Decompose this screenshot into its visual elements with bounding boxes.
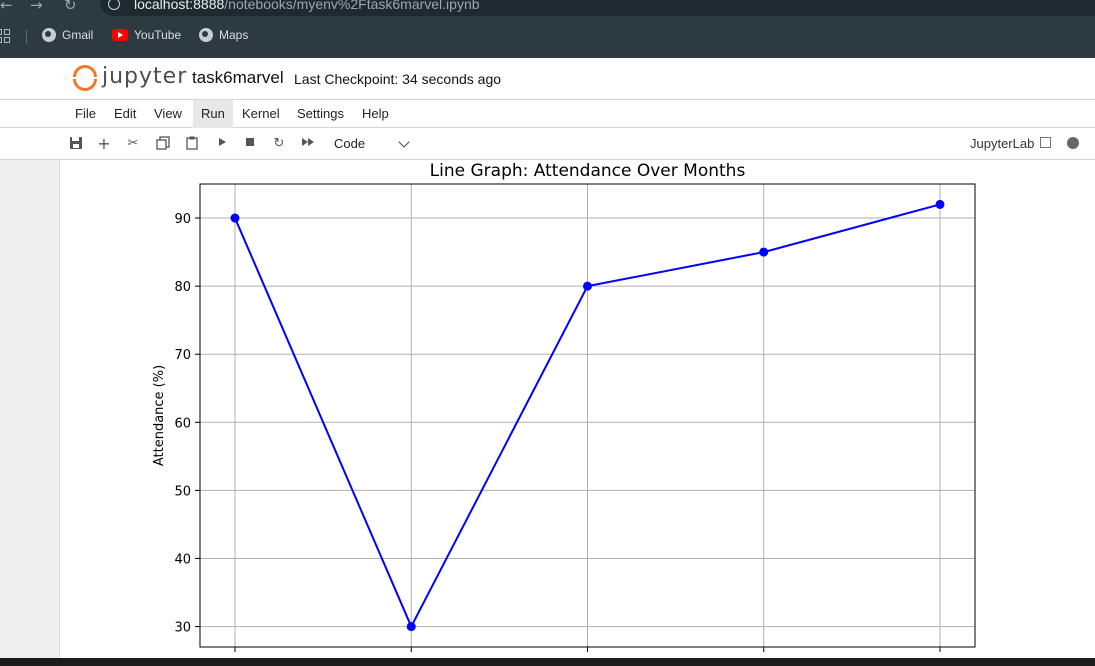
save-icon[interactable] xyxy=(68,136,84,152)
cell-output: Line Graph: Attendance Over Months Atten… xyxy=(61,160,1095,658)
add-cell-icon[interactable]: + xyxy=(96,136,112,152)
y-tick-label: 80 xyxy=(174,280,191,295)
bookmark-label: Gmail xyxy=(62,28,94,42)
menu-file[interactable]: File xyxy=(67,100,104,128)
address-bar[interactable]: localhost:8888/notebooks/myenv%2Ftask6ma… xyxy=(100,0,1095,16)
chevron-down-icon[interactable] xyxy=(398,136,410,148)
jupyter-wordmark[interactable]: jupyter xyxy=(102,64,187,89)
run-all-icon[interactable] xyxy=(300,136,316,152)
menu-settings[interactable]: Settings xyxy=(289,100,352,128)
globe-icon xyxy=(42,28,56,42)
browser-chrome: ← → ↻ localhost:8888/notebooks/myenv%2Ft… xyxy=(0,0,1095,58)
menu-edit[interactable]: Edit xyxy=(106,100,144,128)
apps-grid-icon[interactable] xyxy=(0,29,10,43)
menu-help[interactable]: Help xyxy=(354,100,397,128)
notebook-toolbar: + ✂ ↻ Code JupyterLab xyxy=(0,128,1095,160)
bookmark-label: YouTube xyxy=(134,28,182,42)
bookmark-maps[interactable]: Maps xyxy=(199,28,248,42)
forward-icon[interactable]: → xyxy=(30,0,43,14)
grid-lines xyxy=(200,184,975,647)
restart-icon[interactable]: ↻ xyxy=(271,136,287,152)
paste-icon[interactable] xyxy=(184,136,200,152)
chart-title: Line Graph: Attendance Over Months xyxy=(430,161,746,181)
menu-kernel[interactable]: Kernel xyxy=(234,100,288,128)
bookmarks-divider xyxy=(26,30,27,44)
cell-gutter xyxy=(0,160,60,658)
site-info-icon[interactable] xyxy=(108,0,120,10)
menu-view[interactable]: View xyxy=(146,100,190,128)
bookmark-gmail[interactable]: Gmail xyxy=(42,28,93,42)
jupyter-header: jupyter task6marvel Last Checkpoint: 34 … xyxy=(0,58,1095,100)
y-tick-label: 90 xyxy=(174,212,191,227)
globe-icon xyxy=(199,28,213,42)
y-tick-label: 50 xyxy=(174,484,191,499)
data-point xyxy=(406,622,416,632)
bookmark-label: Maps xyxy=(219,28,249,42)
menu-bar: File Edit View Run Kernel Settings Help xyxy=(0,100,1095,128)
y-axis-label: Attendance (%) xyxy=(152,365,167,466)
jupyter-logo-icon[interactable] xyxy=(73,65,97,91)
address-text[interactable]: localhost:8888/notebooks/myenv%2Ftask6ma… xyxy=(134,0,480,12)
copy-icon[interactable] xyxy=(155,136,171,152)
data-point xyxy=(583,281,592,291)
data-point xyxy=(935,199,945,209)
checkpoint-status: Last Checkpoint: 34 seconds ago xyxy=(294,71,502,87)
reload-icon[interactable]: ↻ xyxy=(64,0,77,14)
bookmark-youtube[interactable]: YouTube xyxy=(112,28,181,42)
y-tick-label: 60 xyxy=(174,416,191,431)
stop-icon[interactable] xyxy=(242,136,258,152)
os-taskbar xyxy=(0,658,1095,666)
y-tick-label: 40 xyxy=(174,552,191,567)
debugger-bug-icon[interactable] xyxy=(1067,137,1079,149)
line-chart: Line Graph: Attendance Over Months Atten… xyxy=(152,161,976,652)
youtube-icon xyxy=(112,29,128,41)
back-icon[interactable]: ← xyxy=(0,0,13,14)
external-link-icon[interactable] xyxy=(1040,137,1051,148)
y-ticks: 30 40 50 60 70 80 90 xyxy=(174,212,941,652)
browser-nav-row: ← → ↻ localhost:8888/notebooks/myenv%2Ft… xyxy=(0,0,1095,16)
y-tick-label: 30 xyxy=(174,621,191,636)
notebook-title[interactable]: task6marvel xyxy=(192,68,284,88)
bookmarks-bar: Gmail YouTube Maps xyxy=(0,24,1095,50)
cell-type-select[interactable]: Code xyxy=(334,136,365,151)
menu-run[interactable]: Run xyxy=(193,100,233,128)
run-icon[interactable] xyxy=(214,136,230,152)
y-tick-label: 70 xyxy=(174,348,191,363)
cut-icon[interactable]: ✂ xyxy=(125,136,141,152)
data-point xyxy=(759,247,769,257)
data-point xyxy=(230,213,240,223)
open-jupyterlab-link[interactable]: JupyterLab xyxy=(970,136,1034,151)
